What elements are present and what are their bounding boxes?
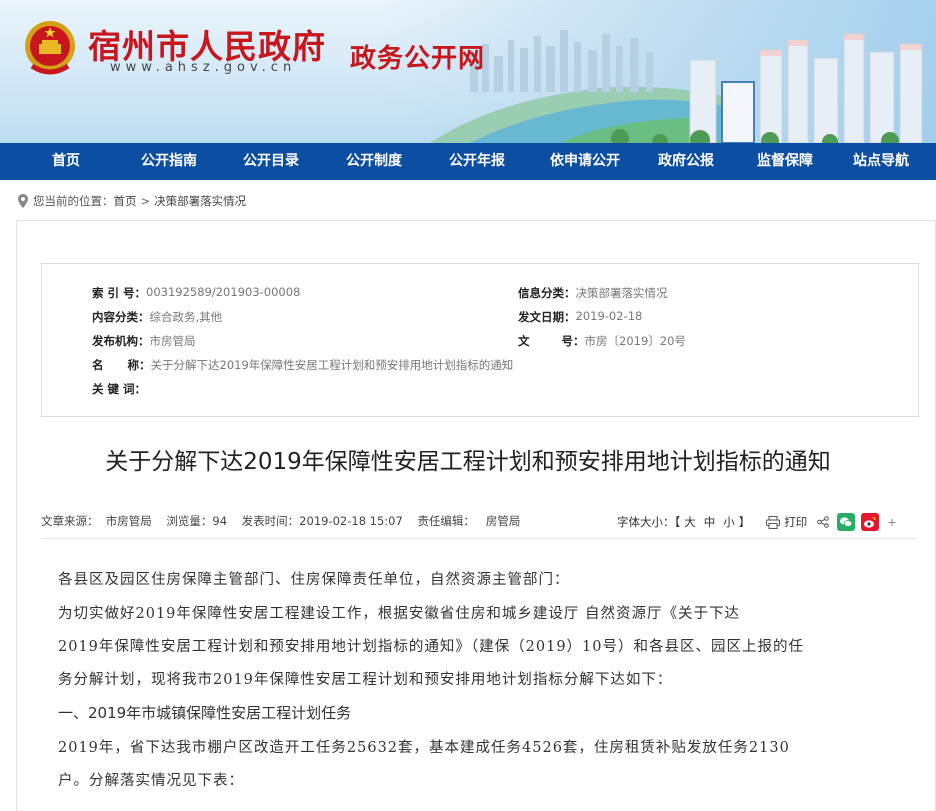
info-divider (41, 538, 917, 539)
nav-item-home[interactable]: 首页 (0, 143, 132, 180)
meta-date-value: 2019-02-18 (575, 309, 643, 323)
breadcrumb-separator: > (140, 194, 151, 208)
nav-item-gazette[interactable]: 政府公报 (628, 143, 744, 180)
meta-category-value: 决策部署落实情况 (575, 286, 668, 300)
nav-item-supervision[interactable]: 监督保障 (744, 143, 826, 180)
article-paragraph: 2019年，省下达我市棚户区改造开工任务25632套，基本建成任务4526套，住… (58, 740, 790, 756)
meta-index: 索 引 号： 003192589/201903-00008 (92, 285, 300, 301)
nav-item-guide[interactable]: 公开指南 (132, 143, 206, 180)
meta-doc-number: 文 号： 市房〔2019〕20号 (518, 333, 686, 349)
meta-category-label: 信息分类： (518, 286, 576, 300)
site-subtitle: 政务公开网 (350, 44, 486, 74)
nav-item-sitemap[interactable]: 站点导航 (826, 143, 936, 180)
article-paragraph: 2019年保障性安居工程计划和预安排用地计划指标的通知》（建保（2019）10号… (58, 639, 804, 655)
meta-publisher-label: 发布机构： (92, 334, 150, 348)
national-emblem-icon (25, 21, 75, 75)
meta-date-label: 发文日期： (518, 310, 576, 324)
document-metadata: 索 引 号： 003192589/201903-00008 信息分类： 决策部署… (41, 263, 919, 417)
meta-category: 信息分类： 决策部署落实情况 (518, 285, 668, 301)
font-large-button[interactable]: 大 (684, 514, 696, 530)
meta-content-value: 综合政务,其他 (149, 310, 223, 324)
article-info: 文章来源： 市房管局 浏览量：94 发表时间：2019-02-18 15:07 … (41, 514, 521, 528)
meta-name-value: 关于分解下达2019年保障性安居工程计划和预安排用地计划指标的通知 (150, 358, 514, 372)
more-share-button[interactable]: + (887, 515, 897, 529)
meta-keywords-label: 关 键 词： (92, 382, 147, 396)
breadcrumb-current-link[interactable]: 决策部署落实情况 (154, 193, 246, 209)
meta-docno-value: 市房〔2019〕20号 (584, 334, 686, 348)
meta-docno-label: 文 号： (518, 334, 585, 348)
meta-keywords: 关 键 词： (92, 381, 146, 397)
breadcrumb-home-link[interactable]: 首页 (114, 193, 137, 209)
meta-index-label: 索 引 号： (92, 286, 147, 300)
breadcrumb-prefix: 您当前的位置： (33, 194, 114, 208)
meta-publisher: 发布机构： 市房管局 (92, 333, 196, 349)
location-pin-icon (18, 194, 28, 208)
meta-content-label: 内容分类： (92, 310, 150, 324)
font-medium-button[interactable]: 中 (704, 514, 716, 530)
article-tools: 字体大小：【 大 中 小 】 打印 + (617, 513, 897, 531)
share-icon[interactable] (817, 516, 830, 528)
article-section-heading: 一、2019年市城镇保障性安居工程计划任务 (58, 704, 352, 722)
nav-item-annual-report[interactable]: 公开年报 (412, 143, 542, 180)
nav-item-catalog[interactable]: 公开目录 (206, 143, 336, 180)
meta-publisher-value: 市房管局 (149, 334, 196, 348)
meta-name-label: 名 称： (92, 358, 151, 372)
font-size-label: 字体大小：【 (617, 515, 681, 529)
wechat-share-icon[interactable] (837, 513, 856, 531)
site-banner: 宿州市人民政府 www.ahsz.gov.cn 政务公开网 (0, 0, 936, 143)
breadcrumb: 您当前的位置： 首页 > 决策部署落实情况 (18, 193, 246, 209)
nav-item-system[interactable]: 公开制度 (336, 143, 412, 180)
article-paragraph: 为切实做好2019年保障性安居工程建设工作，根据安徽省住房和城乡建设厅 自然资源… (58, 606, 741, 622)
meta-date: 发文日期： 2019-02-18 (518, 309, 642, 325)
meta-index-value: 003192589/201903-00008 (146, 285, 301, 299)
nav-item-application[interactable]: 依申请公开 (542, 143, 628, 180)
font-size-end: 】 (738, 515, 751, 529)
site-url: www.ahsz.gov.cn (110, 60, 297, 75)
article-paragraph: 户。分解落实情况见下表： (58, 773, 244, 789)
weibo-share-icon[interactable] (861, 513, 880, 531)
meta-name: 名 称： 关于分解下达2019年保障性安居工程计划和预安排用地计划指标的通知 (92, 357, 513, 373)
print-button[interactable]: 打印 (784, 514, 807, 530)
article-paragraph: 各县区及园区住房保障主管部门、住房保障责任单位，自然资源主管部门： (58, 572, 570, 588)
print-icon[interactable] (766, 515, 781, 529)
article-title: 关于分解下达2019年保障性安居工程计划和预安排用地计划指标的通知 (105, 449, 831, 475)
article-paragraph: 务分解计划，现将我市2019年保障性安居工程计划和预安排用地计划指标分解下达如下… (58, 672, 673, 688)
meta-content-type: 内容分类： 综合政务,其他 (92, 309, 222, 325)
font-small-button[interactable]: 小 (723, 514, 735, 530)
main-nav: 首页 公开指南 公开目录 公开制度 公开年报 依申请公开 政府公报 监督保障 站… (0, 143, 936, 180)
